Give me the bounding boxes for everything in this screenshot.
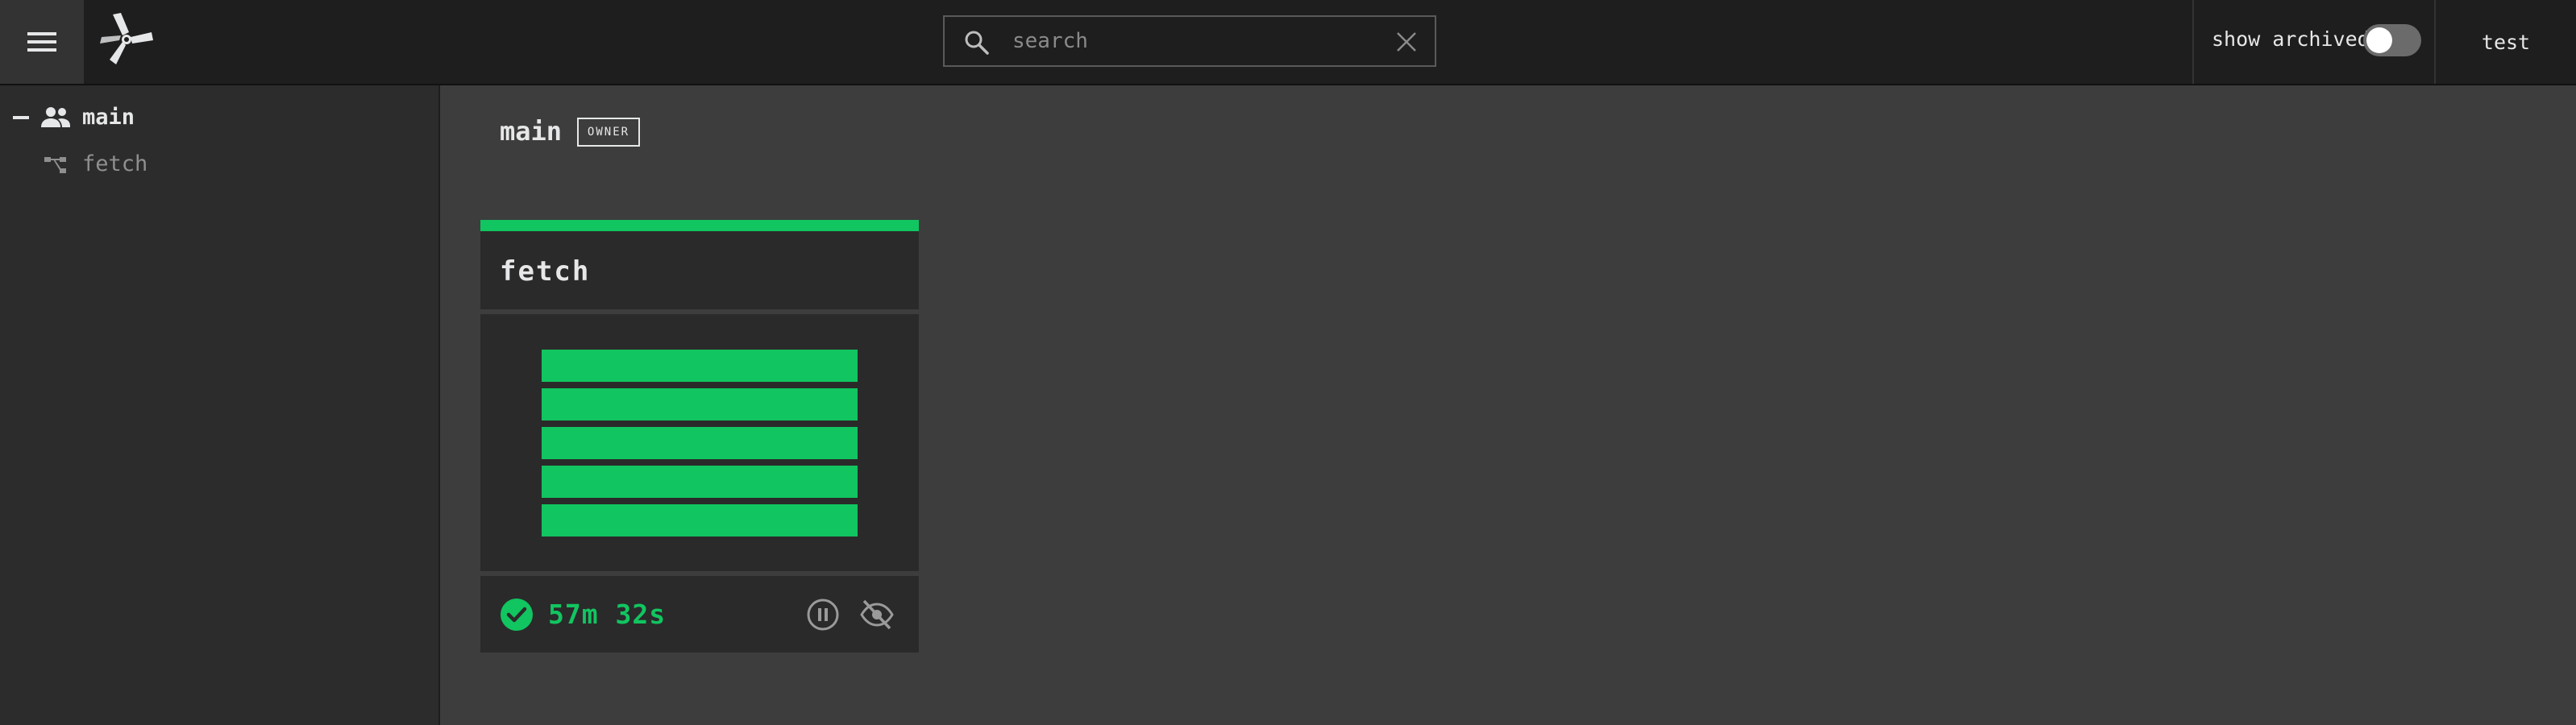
toggle-knob (2366, 27, 2392, 53)
team-title: main (500, 116, 563, 147)
job-box[interactable] (542, 504, 858, 536)
pipeline-card-header: fetch (480, 231, 919, 312)
hamburger-menu-icon (27, 32, 56, 52)
clear-search-icon[interactable] (1393, 28, 1420, 56)
search-input[interactable] (1012, 23, 1367, 59)
show-archived-control: show archived (2192, 0, 2436, 84)
pipeline-card-footer: 57m 32s (480, 576, 919, 652)
sidebar: main fetch (0, 85, 440, 725)
pause-circle-icon[interactable] (806, 598, 840, 632)
sidebar-item-label: fetch (82, 151, 148, 176)
top-bar: show archived test (0, 0, 2576, 85)
job-box[interactable] (542, 466, 858, 498)
check-circle-icon (501, 599, 533, 631)
hamburger-menu-button[interactable] (0, 0, 84, 84)
job-list (542, 350, 858, 543)
team-people-icon (41, 107, 70, 127)
pipeline-duration: 57m 32s (548, 599, 667, 630)
collapse-icon[interactable] (13, 116, 29, 119)
eye-off-icon[interactable] (859, 598, 895, 632)
pipeline-name[interactable]: fetch (500, 255, 590, 288)
search-bar (943, 15, 1436, 67)
show-archived-label: show archived (2212, 27, 2370, 51)
pipeline-preview (480, 314, 919, 574)
sidebar-team-main[interactable]: main (0, 97, 440, 139)
job-box[interactable] (542, 388, 858, 420)
job-box[interactable] (542, 427, 858, 459)
pipeline-card[interactable]: fetch 57m 32s (480, 220, 919, 652)
concourse-logo-icon[interactable] (98, 11, 156, 69)
show-archived-toggle[interactable] (2363, 24, 2421, 56)
pipeline-icon (44, 157, 66, 173)
sidebar-item-fetch[interactable]: fetch (0, 143, 440, 185)
role-badge: OWNER (577, 118, 640, 147)
user-menu[interactable]: test (2436, 0, 2576, 84)
job-box[interactable] (542, 350, 858, 382)
sidebar-team-label: main (82, 105, 135, 130)
pipeline-status-bar (480, 220, 919, 231)
search-icon (965, 31, 989, 55)
